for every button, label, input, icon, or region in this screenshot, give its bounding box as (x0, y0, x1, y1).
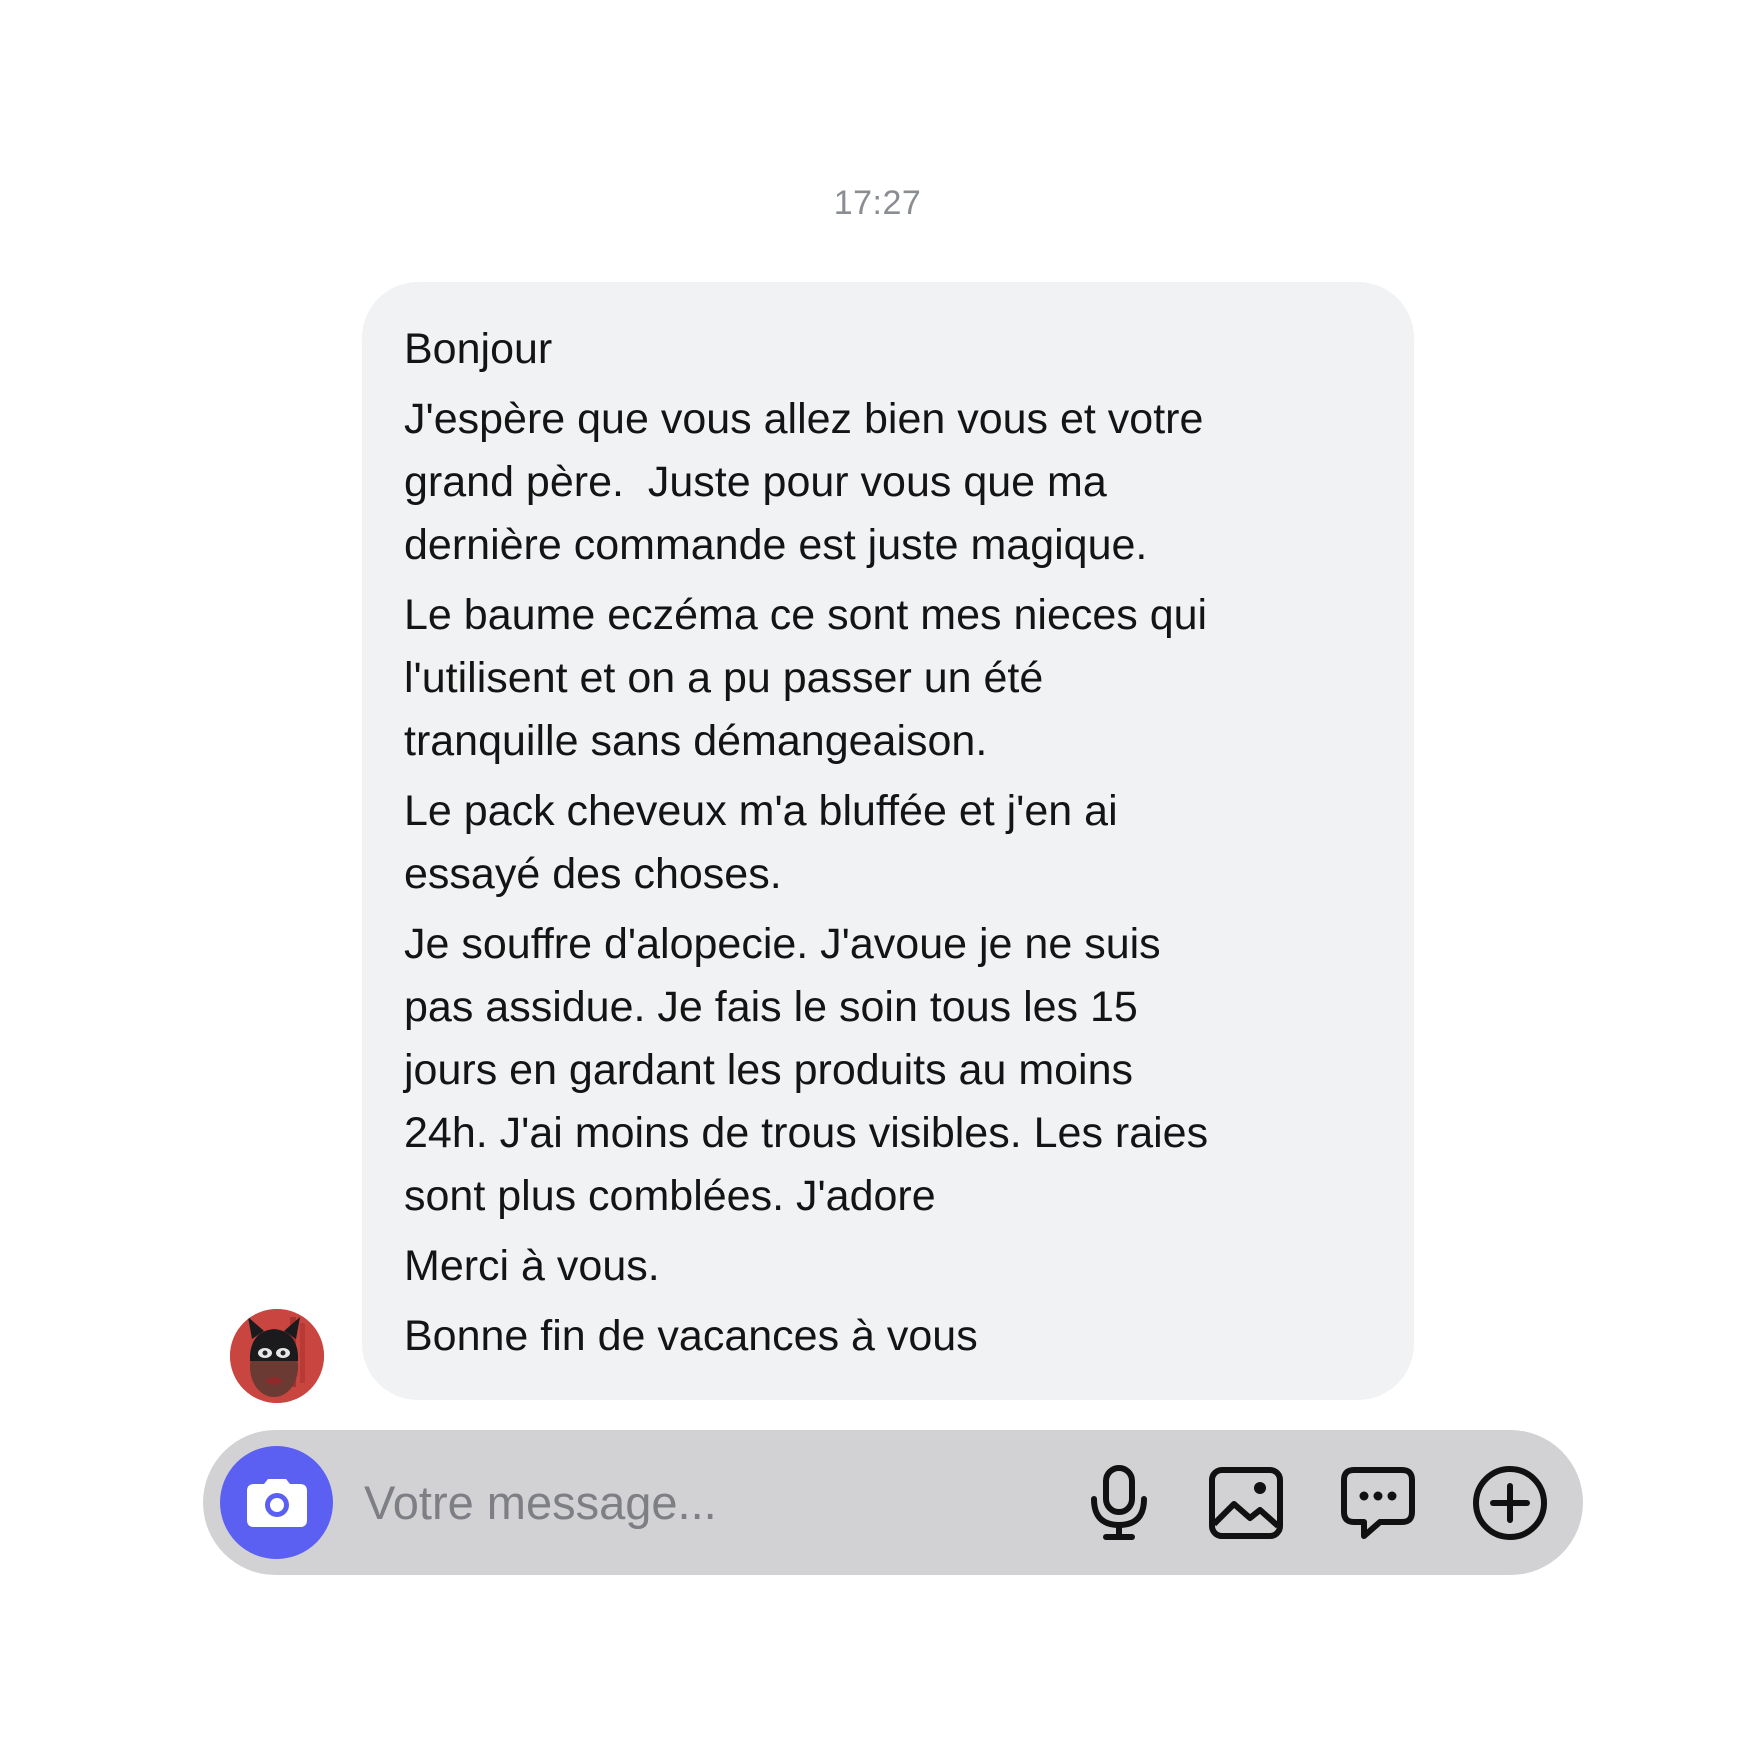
message-paragraph: Le baume eczéma ce sont mes nieces qui l… (404, 591, 1208, 765)
message-paragraph: Je souffre d'alopecie. J'avoue je ne sui… (404, 920, 1209, 1220)
microphone-icon (1091, 1465, 1147, 1540)
message-paragraph: Bonjour (404, 325, 553, 373)
message-paragraph: J'espère que vous allez bien vous et vot… (404, 395, 1204, 569)
camera-icon (246, 1478, 307, 1527)
message-input[interactable]: Votre message... (364, 1470, 717, 1536)
message-bubble[interactable]: Bonjour J'espère que vous allez bien vou… (362, 282, 1414, 1400)
chat-bubble-icon (1341, 1467, 1415, 1539)
chat-button[interactable] (1335, 1460, 1421, 1546)
message-timestamp: 17:27 (833, 184, 922, 222)
avatar-image (230, 1309, 324, 1403)
camera-button[interactable] (220, 1446, 333, 1559)
image-button[interactable] (1203, 1460, 1289, 1546)
message-paragraph: Bonne fin de vacances à vous (404, 1312, 978, 1360)
message-composer: Votre message... (203, 1430, 1583, 1575)
message-paragraph: Le pack cheveux m'a bluffée et j'en ai e… (404, 787, 1118, 898)
image-icon (1209, 1467, 1283, 1539)
message-paragraph: Merci à vous. (404, 1242, 660, 1290)
add-button[interactable] (1467, 1460, 1553, 1546)
avatar[interactable] (230, 1309, 324, 1403)
plus-circle-icon (1473, 1466, 1547, 1540)
microphone-button[interactable] (1076, 1460, 1162, 1546)
